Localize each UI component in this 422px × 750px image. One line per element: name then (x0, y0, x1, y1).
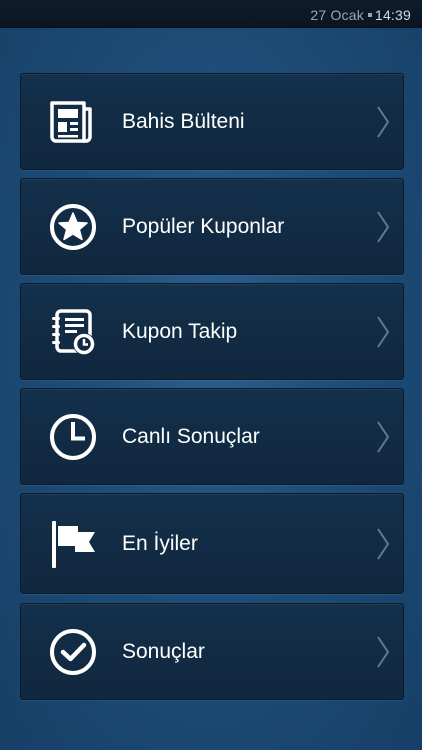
main-menu: Bahis Bülteni Popüler Kuponlar Kupon Tak… (20, 73, 404, 708)
status-time: 14:39 (374, 7, 411, 23)
chevron-right-icon (376, 315, 390, 349)
menu-item-label: En İyiler (122, 531, 198, 555)
chevron-right-icon (376, 635, 390, 669)
chevron-right-icon (376, 105, 390, 139)
menu-item-label: Popüler Kuponlar (122, 214, 285, 238)
checkmark-circle-icon (48, 627, 98, 677)
status-bar: 27 Ocak 14:39 (0, 0, 422, 28)
clock-icon (48, 412, 98, 462)
menu-item-populer-kuponlar[interactable]: Popüler Kuponlar (20, 178, 404, 275)
menu-item-canli-sonuclar[interactable]: Canlı Sonuçlar (20, 388, 404, 485)
status-date: 27 Ocak (310, 7, 364, 23)
menu-item-label: Sonuçlar (122, 639, 205, 663)
menu-item-en-iyiler[interactable]: En İyiler (20, 493, 404, 594)
menu-item-label: Bahis Bülteni (122, 109, 245, 133)
chevron-right-icon (376, 527, 390, 561)
menu-item-bahis-bulteni[interactable]: Bahis Bülteni (20, 73, 404, 170)
menu-item-sonuclar[interactable]: Sonuçlar (20, 603, 404, 700)
chevron-right-icon (376, 210, 390, 244)
menu-item-kupon-takip[interactable]: Kupon Takip (20, 283, 404, 380)
flag-icon (48, 519, 98, 569)
status-datetime: 27 Ocak 14:39 (310, 7, 411, 23)
separator-dot (367, 13, 372, 18)
newspaper-icon (48, 97, 98, 147)
chevron-right-icon (376, 420, 390, 454)
menu-item-label: Kupon Takip (122, 319, 238, 343)
menu-item-label: Canlı Sonuçlar (122, 424, 260, 448)
star-circle-icon (48, 202, 98, 252)
notebook-clock-icon (48, 307, 98, 357)
